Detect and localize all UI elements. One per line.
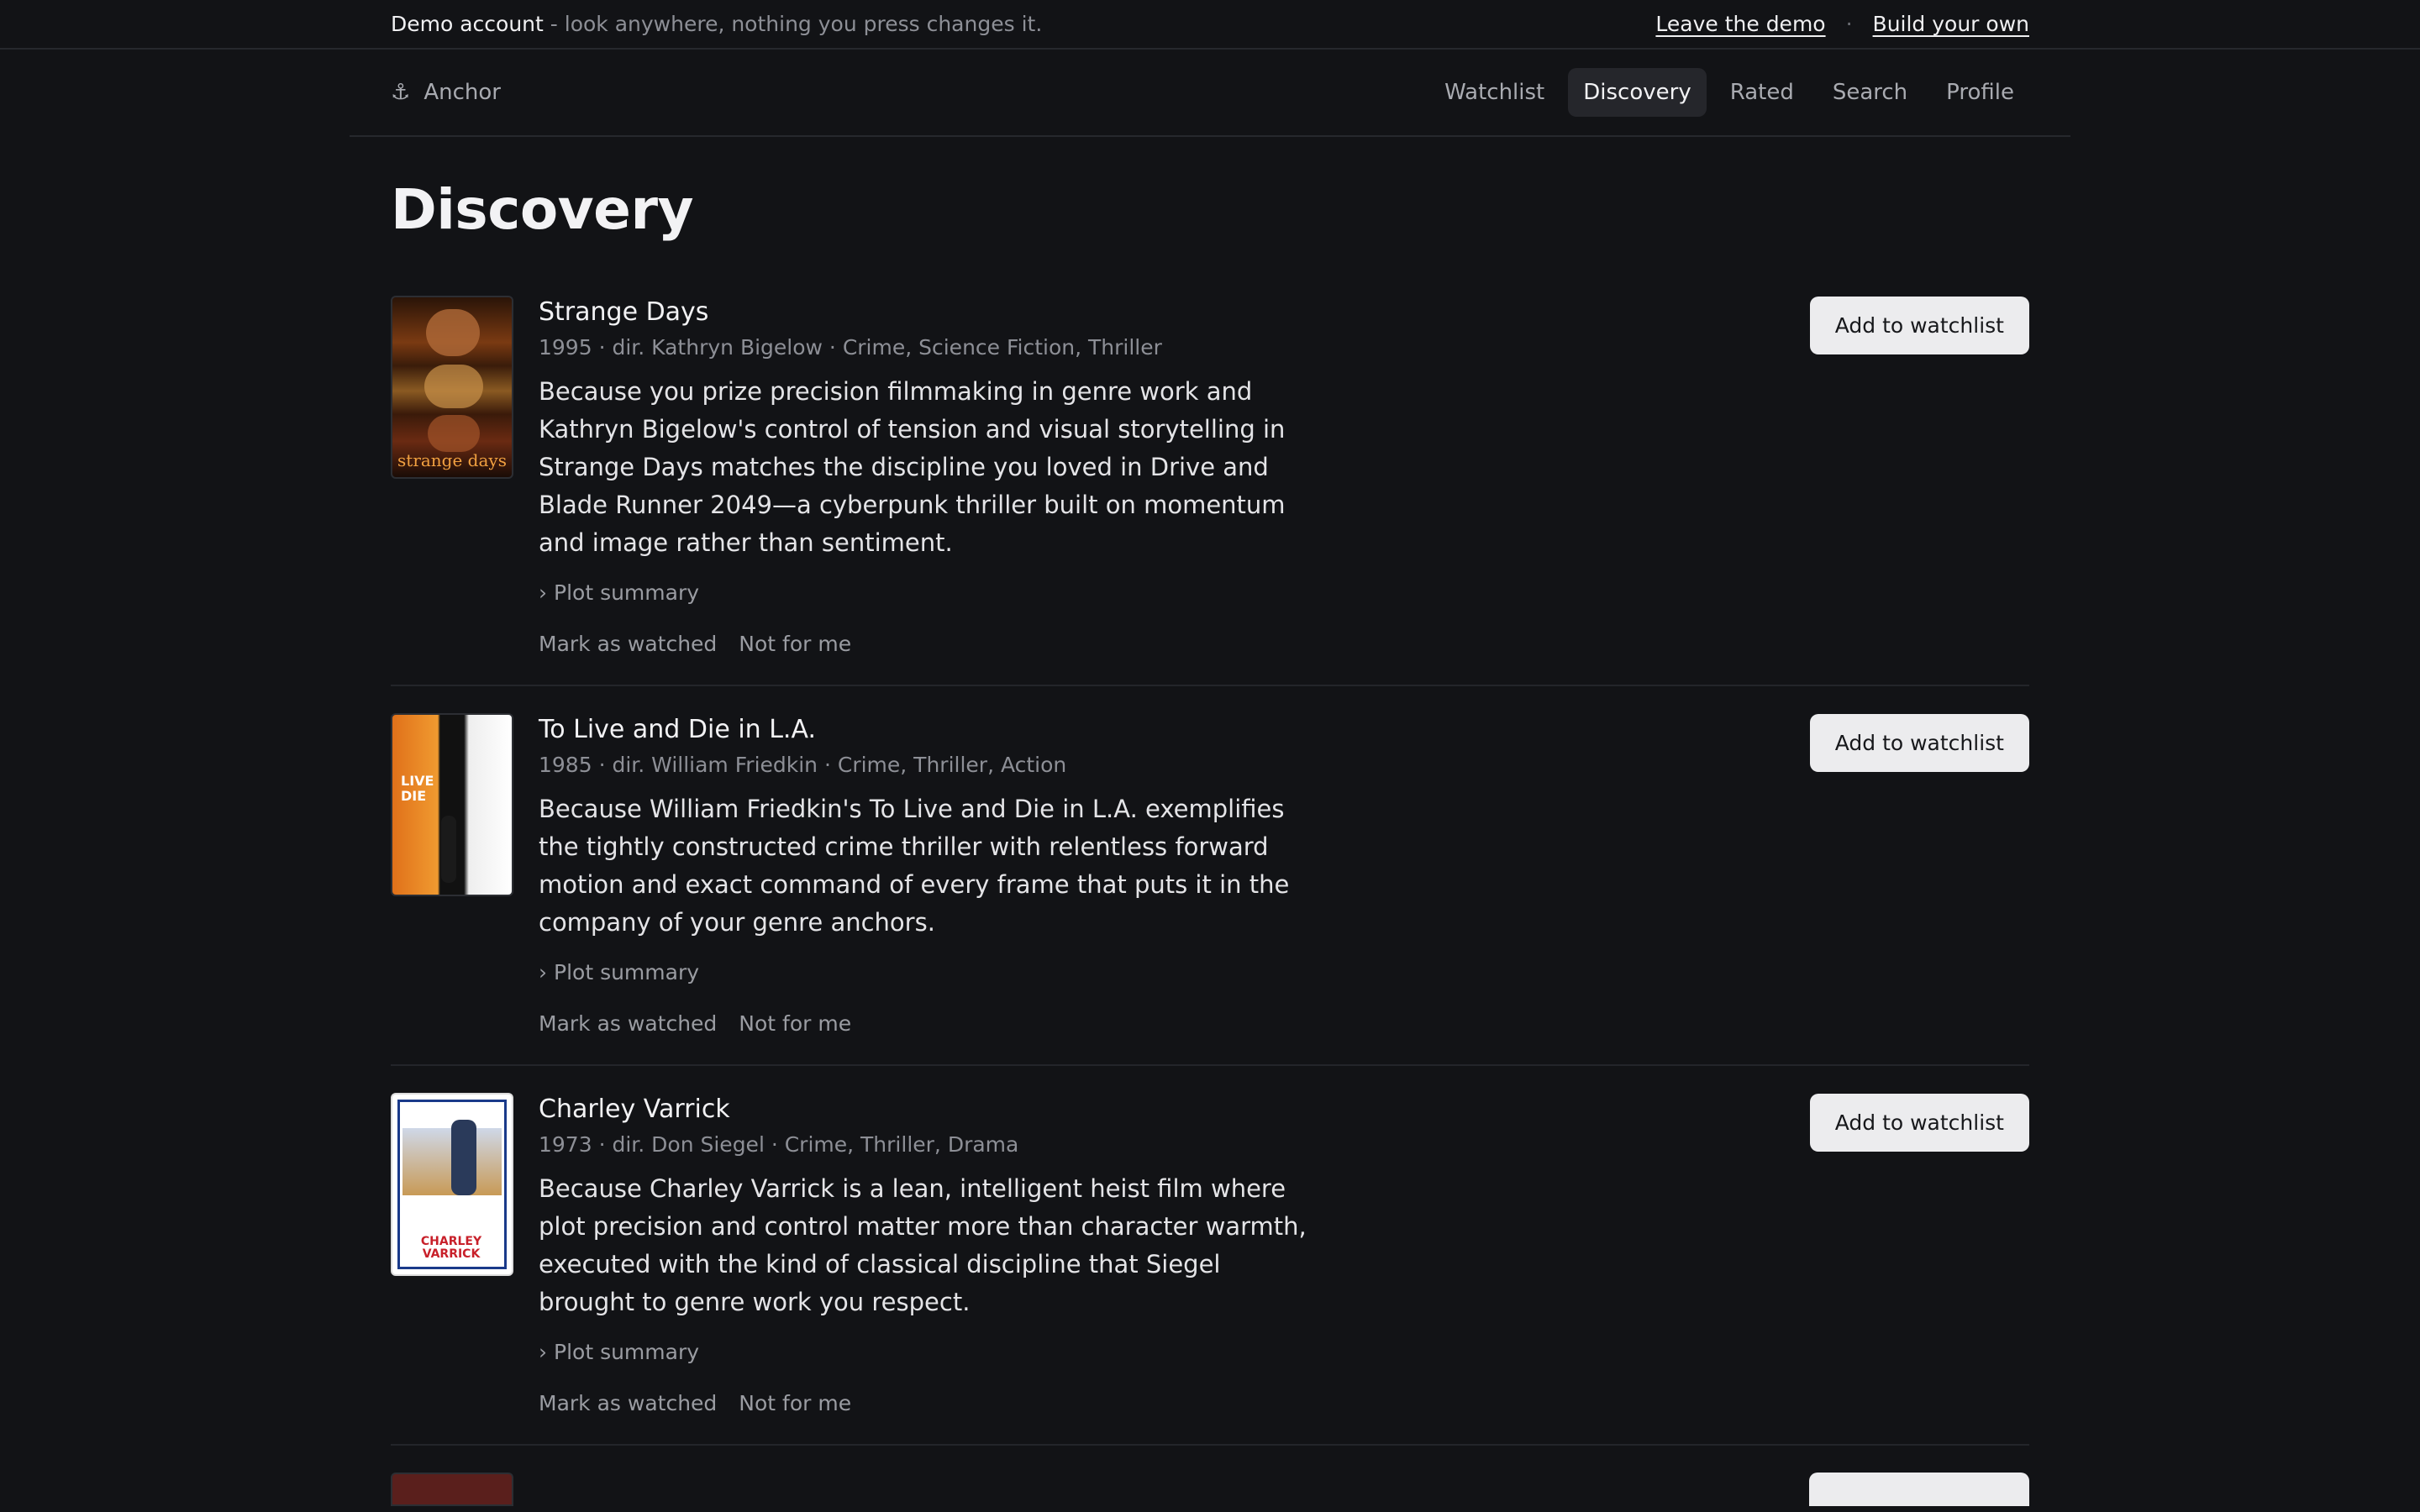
film-title[interactable]: Strange Days — [539, 297, 1320, 327]
add-to-watchlist-button[interactable]: Add to watchlist — [1809, 1094, 2029, 1152]
film-meta: 1973 · dir. Don Siegel · Crime, Thriller… — [539, 1132, 1019, 1157]
film-title[interactable]: Charley Varrick — [539, 1095, 1320, 1124]
build-your-own-link[interactable]: Build your own — [1873, 12, 2029, 36]
poster-partial[interactable] — [391, 1473, 513, 1506]
top-nav: ⚓ Anchor Watchlist Discovery Rated Searc… — [350, 50, 2070, 137]
add-to-watchlist-button[interactable]: Add to watchlist — [1809, 714, 2029, 772]
recommendation-reason: Because Charley Varrick is a lean, intel… — [539, 1174, 1307, 1316]
not-for-me-button[interactable]: Not for me — [739, 632, 851, 656]
tab-discovery[interactable]: Discovery — [1568, 68, 1707, 117]
poster-title-text: LIVE DIE — [401, 773, 434, 804]
tab-profile[interactable]: Profile — [1931, 68, 2029, 117]
nav-tabs: Watchlist Discovery Rated Search Profile — [1429, 68, 2029, 117]
poster-to-live-and-die[interactable]: LIVE DIE — [391, 713, 513, 896]
chevron-right-icon: › — [539, 960, 547, 984]
demo-account-label: Demo account — [391, 12, 544, 36]
chevron-right-icon: › — [539, 1340, 547, 1364]
tab-rated[interactable]: Rated — [1715, 68, 1809, 117]
plot-summary-toggle[interactable]: › Plot summary — [539, 580, 1320, 605]
tab-search[interactable]: Search — [1818, 68, 1923, 117]
leave-demo-link[interactable]: Leave the demo — [1655, 12, 1825, 36]
film-title[interactable]: To Live and Die in L.A. — [539, 715, 1320, 744]
plot-summary-toggle[interactable]: › Plot summary — [539, 960, 1320, 984]
film-meta: 1985 · dir. William Friedkin · Crime, Th… — [539, 753, 1067, 777]
film-meta: 1995 · dir. Kathryn Bigelow · Crime, Sci… — [539, 335, 1162, 360]
tab-watchlist[interactable]: Watchlist — [1429, 68, 1560, 117]
plot-summary-label: Plot summary — [554, 580, 700, 605]
recommendation-reason: Because William Friedkin's To Live and D… — [539, 795, 1290, 937]
poster-title-text: strange days — [397, 450, 507, 470]
chevron-right-icon: › — [539, 580, 547, 605]
main-content: Discovery strange days Strange Days 1995… — [391, 177, 2029, 1506]
poster-charley-varrick[interactable]: CHARLEY VARRICK — [391, 1093, 513, 1276]
demo-note: - look anywhere, nothing you press chang… — [543, 12, 1043, 36]
add-to-watchlist-button-partial[interactable] — [1809, 1473, 2029, 1506]
brand-link[interactable]: ⚓ Anchor — [391, 80, 501, 105]
poster-title-text: CHARLEY VARRICK — [420, 1235, 482, 1261]
mark-watched-button[interactable]: Mark as watched — [539, 1391, 717, 1415]
plot-summary-label: Plot summary — [554, 960, 700, 984]
demo-banner: Demo account - look anywhere, nothing yo… — [0, 0, 2420, 50]
anchor-icon: ⚓ — [391, 80, 411, 105]
not-for-me-button[interactable]: Not for me — [739, 1391, 851, 1415]
separator-dot: · — [1845, 12, 1853, 36]
not-for-me-button[interactable]: Not for me — [739, 1011, 851, 1036]
poster-strange-days[interactable]: strange days — [391, 296, 513, 479]
add-to-watchlist-button[interactable]: Add to watchlist — [1809, 297, 2029, 354]
film-card: LIVE DIE To Live and Die in L.A. 1985 · … — [391, 713, 2029, 1066]
mark-watched-button[interactable]: Mark as watched — [539, 1011, 717, 1036]
film-card-partial — [391, 1473, 2029, 1506]
mark-watched-button[interactable]: Mark as watched — [539, 632, 717, 656]
film-card: strange days Strange Days 1995 · dir. Ka… — [391, 296, 2029, 686]
film-card: CHARLEY VARRICK Charley Varrick 1973 · d… — [391, 1093, 2029, 1446]
recommendation-reason: Because you prize precision filmmaking i… — [539, 377, 1286, 557]
brand-name: Anchor — [424, 80, 501, 105]
page-title: Discovery — [391, 177, 694, 242]
plot-summary-toggle[interactable]: › Plot summary — [539, 1340, 1320, 1364]
plot-summary-label: Plot summary — [554, 1340, 700, 1364]
demo-notice: Demo account - look anywhere, nothing yo… — [391, 12, 1042, 36]
